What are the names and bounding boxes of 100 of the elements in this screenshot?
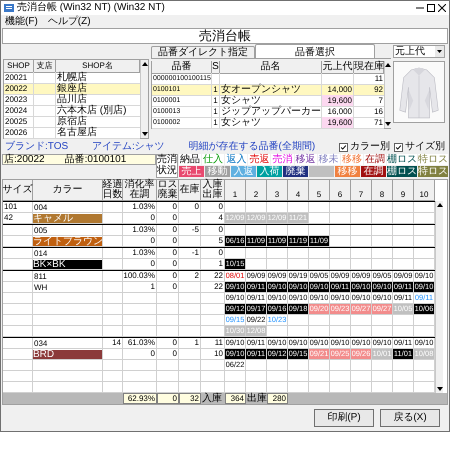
table-cell: 14 xyxy=(103,338,123,348)
color-chip: キャメル xyxy=(33,214,102,222)
checkbox-label[interactable]: カラー別 xyxy=(350,142,390,152)
column-header[interactable]: 7 xyxy=(351,180,372,201)
window-title: 売消台帳 (Win32 NT) (Win32 NT) xyxy=(17,3,165,13)
checkbox-label[interactable]: サイズ別 xyxy=(405,142,445,152)
shop-row[interactable]: 20025 原宿店 xyxy=(4,116,140,127)
table-cell: 0 xyxy=(157,213,179,223)
legend-title: 売消 状況 xyxy=(156,154,178,178)
legend-label: 返入 xyxy=(225,154,248,165)
table-cell: 1.03% xyxy=(123,225,157,235)
shop-row[interactable]: 20026 名古屋店 xyxy=(4,127,140,138)
table-cell: 0 xyxy=(157,236,179,246)
table-cell: -1 xyxy=(179,248,201,258)
table-cell: 014 xyxy=(33,248,48,258)
checkbox[interactable] xyxy=(394,142,403,152)
price-dropdown[interactable]: 元上代 xyxy=(393,45,445,58)
column-header[interactable]: 経過 日数 xyxy=(103,180,123,201)
scroll-down-icon[interactable] xyxy=(436,387,442,391)
heading: 売消台帳 xyxy=(2,28,448,44)
legend-chip: 入返 xyxy=(231,166,256,177)
scrollbar[interactable] xyxy=(140,60,148,138)
table-cell: 2 xyxy=(179,271,201,281)
table-cell: 101 xyxy=(3,202,33,212)
scrollbar[interactable] xyxy=(384,61,391,128)
column-header[interactable]: カラー xyxy=(33,180,103,201)
table-cell: -5 xyxy=(179,225,201,235)
legend-chip: 売上 xyxy=(179,166,204,177)
table-cell: 11 xyxy=(201,338,225,348)
table-cell: 005 xyxy=(33,226,48,234)
dialog-button[interactable]: 印刷(P) xyxy=(314,409,374,427)
scroll-up-icon[interactable] xyxy=(142,62,148,66)
maximize-icon[interactable] xyxy=(427,4,435,12)
scroll-down-icon[interactable] xyxy=(142,132,148,136)
checkbox[interactable] xyxy=(339,142,348,152)
item-label: アイテム:シャツ xyxy=(92,142,165,152)
legend-label: 売返 xyxy=(248,154,270,165)
shop-row[interactable]: 20024 六本木店 (別店) xyxy=(4,105,140,116)
table-cell: 女シャツ xyxy=(220,117,322,129)
legend-chip: 入荷 xyxy=(257,166,282,177)
legend-chip: 移移 xyxy=(335,166,360,177)
legend-label: 移未 xyxy=(318,154,340,165)
column-header[interactable]: 10 xyxy=(414,180,435,201)
menu-item[interactable]: 機能(F) xyxy=(5,16,38,26)
legend-label: 移返 xyxy=(294,154,317,165)
legend-label: 特ロス xyxy=(418,154,448,165)
column-header[interactable]: 8 xyxy=(372,180,393,201)
shop-code: 店:20022 xyxy=(4,154,45,164)
table-cell: 034 xyxy=(33,338,48,348)
shop-row[interactable]: 20022 銀座店 xyxy=(4,83,140,94)
close-icon[interactable] xyxy=(438,4,446,12)
table-cell: 0 xyxy=(157,202,179,212)
column-header[interactable]: 4 xyxy=(288,180,309,201)
table-cell: 0 xyxy=(123,236,157,246)
tab[interactable]: 品番選択 xyxy=(255,44,375,58)
column-header[interactable]: 3 xyxy=(267,180,288,201)
column-header[interactable]: ロス 廃棄 xyxy=(157,180,179,201)
brand-label: ブランド:TOS xyxy=(5,142,68,152)
table-cell: 1 xyxy=(179,338,201,348)
scroll-down-icon[interactable] xyxy=(385,122,391,126)
legend-label: 在調 xyxy=(364,154,386,165)
shop-row[interactable]: 20021 札幌店 xyxy=(4,72,140,83)
total-cell: 62.93% xyxy=(123,393,157,404)
shop-row[interactable]: 20023 品川店 xyxy=(4,94,140,105)
legend-chip: 廃棄 xyxy=(283,166,308,177)
table-cell: 004 xyxy=(33,202,48,212)
legend-chip: 特ロス xyxy=(418,166,448,177)
column-header[interactable]: 2 xyxy=(246,180,267,201)
table-cell: 0 xyxy=(123,213,157,223)
table-cell: 0 xyxy=(201,225,225,235)
dialog-button[interactable]: 戻る(X) xyxy=(380,409,440,427)
table-cell: 0 xyxy=(157,225,179,235)
table-cell: 1 xyxy=(212,117,220,129)
menu-item[interactable]: ヘルプ(Z) xyxy=(48,16,91,26)
table-cell: 19,600 xyxy=(322,95,354,107)
column-header[interactable]: サイズ xyxy=(3,180,33,201)
legend-label: 納品 xyxy=(179,154,202,165)
table-cell: 19,600 xyxy=(322,117,354,129)
table-cell: 61.03% xyxy=(123,338,157,348)
legend-chip: 棚ロス xyxy=(387,166,417,177)
column-header[interactable]: 9 xyxy=(393,180,414,201)
column-header[interactable]: 在庫 xyxy=(179,180,201,201)
table-cell: 22 xyxy=(201,271,225,281)
scrollbar[interactable] xyxy=(435,201,443,393)
column-header[interactable]: 1 xyxy=(225,180,246,201)
scroll-up-icon[interactable] xyxy=(385,63,391,67)
column-header[interactable]: 6 xyxy=(330,180,351,201)
legend-label: 棚ロス xyxy=(386,154,417,165)
table-cell: 811 xyxy=(33,272,47,280)
table-cell: 0 xyxy=(157,248,179,258)
legend-label: 移移 xyxy=(340,154,363,165)
column-header[interactable]: 入庫 出庫 xyxy=(201,180,225,201)
total-label: 入庫 xyxy=(201,393,223,404)
color-chip: BRD xyxy=(33,350,102,358)
tab[interactable]: 品番ダイレクト指定 xyxy=(151,46,255,58)
table-cell: 0 xyxy=(157,259,179,269)
scroll-up-icon[interactable] xyxy=(436,203,442,207)
table-cell: 0 xyxy=(157,338,179,348)
column-header[interactable]: 消化率 在調 xyxy=(123,180,157,201)
column-header[interactable]: 5 xyxy=(309,180,330,201)
